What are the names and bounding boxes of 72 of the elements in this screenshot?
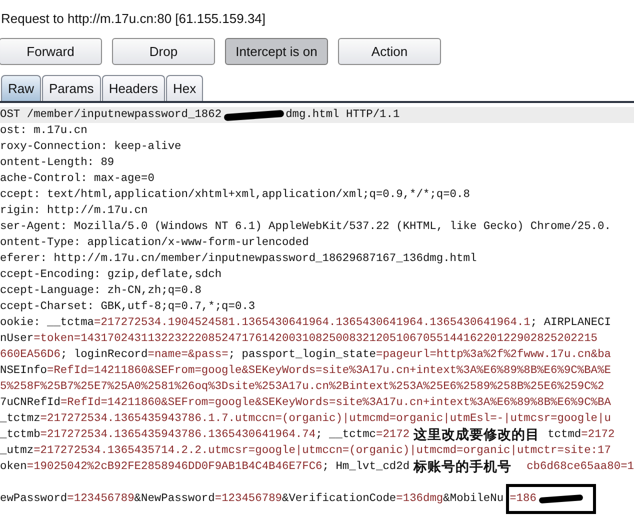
annotation-text: 这里改成要修改的目 <box>412 427 541 443</box>
param-value: =name=&pass= <box>148 348 228 363</box>
code-text: rigin: http://m.17u.cn <box>0 204 148 219</box>
param-name: VerificationCode <box>288 492 396 507</box>
param-name: 7uCNRefId <box>0 396 60 411</box>
code-text: eferer: http://m.17u.cn/member/inputnewpassword_18629687167_136dmg.html <box>0 252 477 267</box>
action-button[interactable]: Drop <box>112 38 215 65</box>
param-value: =pageurl=http%3a%2f%2fwww.17u.cn&ba <box>376 348 612 363</box>
param-value: =136dmg <box>396 492 444 507</box>
param-name: __tctma <box>47 316 94 331</box>
tab[interactable]: Params <box>42 75 101 101</box>
param-name: __tctmc <box>329 428 376 443</box>
code-text: ; <box>228 348 236 363</box>
code-text: ser-Agent: Mozilla/5.0 (Windows NT 6.1) AppleWebKit/537.22 (KHTML, like Gecko) Chrome/25.0. <box>0 220 611 235</box>
param-name: Hm_lvt_cd2d <box>336 460 410 475</box>
param-name: oken <box>0 460 27 475</box>
param-value: =217272534.1904524581.1365430641964.1365430641964.1365430641964.1 <box>94 316 530 331</box>
annotation-text: 标账号的手机号 <box>412 459 513 475</box>
param-value: =19025042%2cB92FE2858946DD0F9AB1B4C4B46E7FC6 <box>26 460 322 475</box>
param-value: =123456789 <box>214 492 282 507</box>
param-value: =2172 <box>581 428 615 443</box>
code-text: ache-Control: max-age=0 <box>0 172 154 187</box>
param-value: =RefId=14211860&SEFrom=google&SEKeyWords=site%3A17u.cn+intext%3A%E6%89%8B%E6%9C%BA%E <box>47 364 611 379</box>
code-text: ontent-Length: 89 <box>0 156 114 171</box>
code-text: ccept-Charset: GBK,utf-8;q=0.7,*;q=0.3 <box>0 300 256 315</box>
param-value: 5%258F%25B7%25E7%25A0%2581%26oq%3Dsite%253A17u.cn%2Bintext%253A%25E6%2589%258B%25E6%259C%2 <box>0 380 604 395</box>
action-button[interactable]: Forward <box>0 38 102 65</box>
param-name: ewPassword <box>0 492 68 507</box>
code-text: ccept: text/html,application/xhtml+xml,application/xml;q=0.9,*/*;q=0.8 <box>0 188 470 203</box>
intercept-toggle-button[interactable]: Intercept is on <box>225 38 328 65</box>
param-value: =217272534.1365435943786.1365430641964.74 <box>40 428 316 443</box>
tab[interactable]: Raw <box>1 75 42 101</box>
param-name: _tctmz <box>0 412 40 427</box>
code-text: roxy-Connection: keep-alive <box>0 140 182 155</box>
param-name: MobileNu <box>450 492 504 507</box>
param-name: tctmd <box>548 428 582 443</box>
code-text: & <box>443 492 450 507</box>
tab[interactable]: Headers <box>102 75 165 101</box>
code-text: ; <box>530 316 538 331</box>
param-value: 660EA56D6 <box>0 348 60 363</box>
param-value: =217272534.1365435714.2.2.utmcsr=google|utmccn=(organic)|utmcmd=organic|utmctr=site:17 <box>34 444 611 459</box>
param-name: _tctmb <box>0 428 40 443</box>
param-name: nUser <box>0 332 34 347</box>
param-value: =123456789 <box>67 492 134 507</box>
code-text: ontent-Type: application/x-www-form-urlencoded <box>0 236 309 251</box>
request-title: Request to http://m.17u.cn:80 [61.155.159.34] <box>0 10 267 28</box>
param-name: passport_login_state <box>242 348 376 363</box>
action-button[interactable]: Action <box>338 38 441 65</box>
code-text: & <box>134 492 141 507</box>
param-name: _utmz <box>0 444 34 459</box>
param-value: cb6d68ce65aa80=1 <box>526 460 634 475</box>
code-text: OST /member/inputnewpassword_1862 <box>0 108 222 123</box>
param-value: =RefId=14211860&SEFrom=google&SEKeyWords=site%3A17u.cn+intext%3A%E6%89%8B%E6%9C%BA <box>60 396 611 411</box>
param-name: AIRPLANECI <box>544 316 611 331</box>
param-value: =token=14317024311322322208524717614200310825008321205106705514416220122902825202215 <box>34 332 598 347</box>
code-text: ccept-Encoding: gzip,deflate,sdch <box>0 268 222 283</box>
code-text: ; <box>316 428 324 443</box>
param-name: NSEInfo <box>0 364 47 379</box>
redaction-scribble <box>223 109 284 121</box>
code-text: & <box>282 493 289 507</box>
param-name: loginRecord <box>74 348 148 363</box>
code-text: ccept-Language: zh-CN,zh;q=0.8 <box>0 284 202 299</box>
code-text: ost: m.17u.cn <box>0 124 88 139</box>
code-text: ookie: <box>0 316 42 331</box>
code-text: ; <box>60 348 68 363</box>
param-name: NewPassword <box>141 492 215 507</box>
tab[interactable]: Hex <box>166 75 204 101</box>
param-value: =2172 <box>376 428 410 443</box>
code-text: dmg.html HTTP/1.1 <box>286 108 400 123</box>
code-text: ; <box>322 460 330 475</box>
param-value: =217272534.1365435943786.1.7.utmccn=(organic)|utmcmd=organic|utmEsl=-|utmcsr=google|u <box>40 412 611 427</box>
param-value: =186 <box>510 492 536 507</box>
